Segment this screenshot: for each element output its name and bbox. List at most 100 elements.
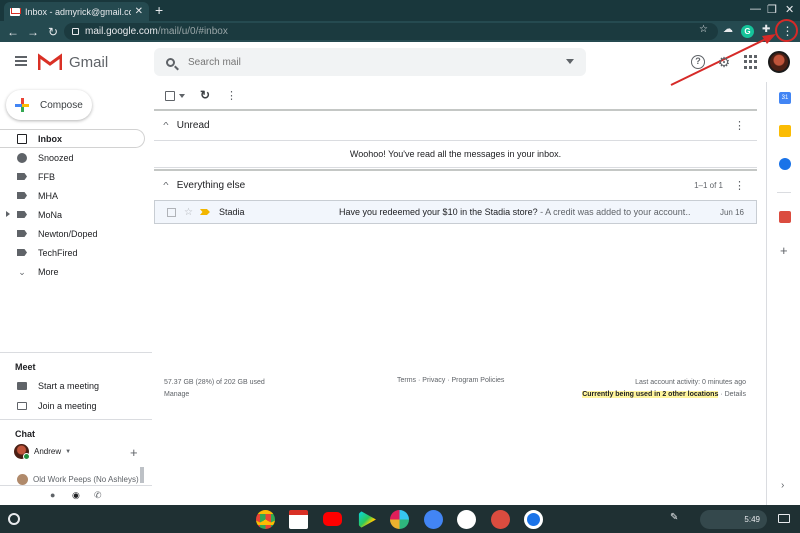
simplenote-app-icon[interactable] (524, 510, 543, 529)
nav-item-mha[interactable]: MHA (0, 186, 145, 205)
chat-room-item[interactable]: Old Work Peeps (No Ashleys) (17, 474, 139, 485)
tab-title: Inbox - admyrick@gmail.com - G (25, 6, 131, 17)
privacy-link[interactable]: Privacy (422, 377, 445, 384)
cloud-extension-icon[interactable]: ☁ (723, 24, 733, 35)
nav-item-label: TechFired (38, 247, 78, 258)
activity-details-link[interactable]: Details (725, 391, 746, 398)
todoist-icon[interactable] (779, 211, 791, 223)
chat-scrollbar[interactable] (140, 467, 144, 483)
expand-label-icon[interactable] (6, 211, 10, 217)
new-chat-plus-icon[interactable]: + (130, 445, 138, 460)
start-meeting-label: Start a meeting (38, 381, 100, 391)
side-panel-divider (777, 192, 791, 193)
chrome-app-icon[interactable] (256, 510, 275, 529)
collapse-chevron-icon[interactable]: ^ (163, 181, 168, 190)
minimize-button[interactable]: — (750, 3, 761, 15)
help-icon[interactable]: ? (691, 55, 705, 69)
youtube-app-icon[interactable] (323, 512, 342, 526)
close-window-button[interactable]: ✕ (785, 3, 794, 16)
section-options-icon[interactable]: ⋮ (734, 119, 745, 132)
nav-item-snoozed[interactable]: Snoozed (0, 148, 145, 167)
select-all-control[interactable] (165, 89, 185, 103)
nav-item-techfired[interactable]: TechFired (0, 243, 145, 262)
nav-item-label: Inbox (38, 133, 62, 144)
status-tray[interactable]: 5:49 (700, 510, 767, 529)
nav-item-ffb[interactable]: FFB (0, 167, 145, 186)
join-meeting-button[interactable]: Join a meeting (17, 401, 97, 411)
email-ellipsis: ... (683, 207, 691, 217)
chat-bubble-icon[interactable]: ◉ (72, 490, 80, 501)
pagination-count: 1–1 of 1 (694, 180, 723, 190)
search-icon[interactable] (166, 57, 175, 67)
group-avatar (17, 474, 28, 485)
gmail-logo-icon[interactable] (38, 53, 62, 71)
storage-usage: 57.37 GB (28%) of 202 GB used (164, 379, 265, 386)
phone-icon[interactable]: ✆ (94, 490, 102, 501)
back-icon[interactable]: ← (3, 25, 23, 39)
google-apps-icon[interactable] (744, 55, 758, 69)
grammarly-extension-icon[interactable]: G (741, 25, 754, 38)
chevron-down-icon: ⌄ (18, 266, 26, 277)
people-icon[interactable]: ● (50, 490, 55, 500)
play-store-app-icon[interactable] (358, 510, 376, 529)
nav-item-inbox[interactable]: Inbox (0, 129, 145, 148)
hide-panel-chevron-icon[interactable]: › (781, 480, 784, 491)
screen-icon[interactable] (778, 514, 790, 523)
todoist-app-icon[interactable] (491, 510, 510, 529)
nav-item-newton-doped[interactable]: Newton/Doped (0, 224, 145, 243)
browser-tabstrip: Inbox - admyrick@gmail.com - G ✕ + — ❐ ✕ (0, 0, 800, 21)
account-activity: Last account activity: 0 minutes ago Cur… (582, 377, 746, 401)
section-unread-header[interactable]: ^ Unread ⋮ (154, 115, 757, 135)
address-bar[interactable]: mail.google.com/mail/u/0/#inbox (64, 23, 718, 40)
search-options-icon[interactable] (566, 59, 574, 64)
launcher-icon[interactable] (8, 513, 20, 525)
row-checkbox[interactable] (167, 207, 176, 217)
puzzle-extensions-icon[interactable]: ✚ (762, 24, 770, 35)
compose-plus-icon (15, 98, 29, 112)
get-addons-plus-icon[interactable]: + (780, 243, 788, 258)
search-bar[interactable] (154, 48, 586, 76)
calendar-icon[interactable]: 31 (779, 92, 791, 104)
section-everything-else-header[interactable]: ^ Everything else 1–1 of 1 ⋮ (154, 175, 757, 195)
account-avatar[interactable] (768, 51, 790, 73)
program-policies-link[interactable]: Program Policies (451, 377, 504, 384)
photos-app-icon[interactable] (424, 510, 443, 529)
maximize-button[interactable]: ❐ (767, 3, 777, 16)
nav-item-mona[interactable]: MoNa (0, 205, 145, 224)
tab-close-icon[interactable]: ✕ (135, 6, 143, 17)
email-snippet: - A credit was added to your account (537, 207, 686, 217)
reload-icon[interactable]: ↻ (43, 25, 63, 39)
gmail-app-icon[interactable] (289, 510, 308, 529)
more-actions-icon[interactable]: ⋮ (226, 89, 237, 102)
table-row[interactable]: ☆ Stadia Have you redeemed your $10 in t… (154, 200, 757, 224)
video-camera-icon (17, 382, 27, 390)
star-icon[interactable]: ☆ (184, 207, 193, 218)
start-meeting-button[interactable]: Start a meeting (17, 381, 99, 391)
settings-icon[interactable]: ⚙ (717, 55, 731, 69)
stylus-pen-icon[interactable]: ✎ (670, 512, 678, 523)
important-marker-icon[interactable] (199, 209, 210, 215)
status-dropdown-icon[interactable]: ▼ (65, 449, 71, 455)
label-icon (17, 249, 27, 256)
slack-app-icon[interactable] (390, 510, 409, 529)
search-input[interactable] (188, 56, 528, 68)
ia-writer-app-icon[interactable] (457, 510, 476, 529)
manage-storage-link[interactable]: Manage (164, 389, 265, 401)
section-options-icon[interactable]: ⋮ (734, 179, 745, 192)
bookmark-star-icon[interactable]: ☆ (699, 24, 708, 35)
compose-button[interactable]: Compose (6, 90, 92, 120)
chat-user-status[interactable]: Andrew ▼ (14, 444, 71, 460)
nav-item-label: FFB (38, 171, 55, 182)
forward-icon[interactable]: → (23, 25, 43, 39)
new-tab-button[interactable]: + (155, 2, 163, 18)
terms-link[interactable]: Terms (397, 377, 416, 384)
tasks-icon[interactable] (779, 158, 791, 170)
select-all-checkbox[interactable] (165, 91, 175, 101)
nav-item-more[interactable]: ⌄ More (0, 262, 145, 281)
browser-tab-inbox[interactable]: Inbox - admyrick@gmail.com - G ✕ (4, 2, 149, 21)
main-menu-icon[interactable] (15, 56, 27, 66)
select-dropdown-icon[interactable] (179, 94, 185, 98)
collapse-chevron-icon[interactable]: ^ (163, 121, 168, 130)
keep-icon[interactable] (779, 125, 791, 137)
refresh-icon[interactable]: ↻ (200, 88, 210, 102)
